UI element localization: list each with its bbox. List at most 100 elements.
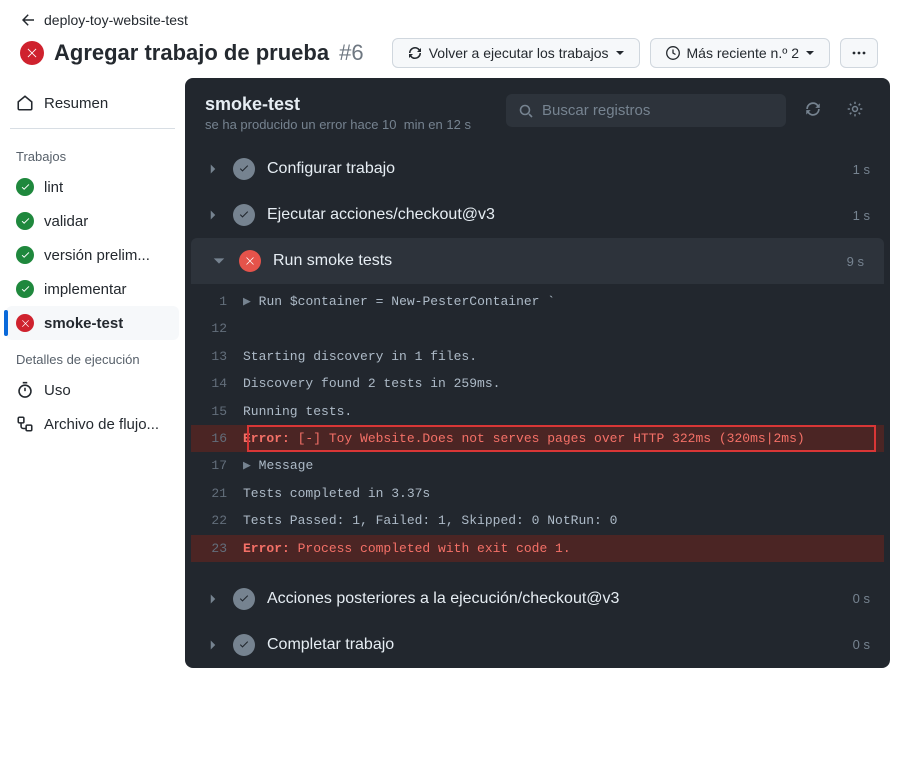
line-text: Tests Passed: 1, Failed: 1, Skipped: 0 N… — [243, 509, 870, 532]
line-number: 1 — [191, 290, 243, 313]
log-line: 12 — [191, 315, 884, 342]
recent-run-button[interactable]: Más reciente n.º 2 — [650, 38, 831, 68]
line-number: 16 — [191, 427, 243, 450]
sync-icon — [804, 100, 822, 118]
clock-icon — [665, 45, 681, 61]
line-text: Tests completed in 3.37s — [243, 482, 870, 505]
x-icon — [16, 314, 34, 332]
rerun-jobs-button[interactable]: Volver a ejecutar los trabajos — [392, 38, 640, 68]
check-icon — [16, 246, 34, 264]
check-icon — [233, 158, 255, 180]
line-text: Running tests. — [243, 400, 870, 423]
step-duration: 0 s — [853, 637, 870, 652]
refresh-logs-button[interactable] — [798, 94, 828, 127]
job-lint[interactable]: lint — [6, 170, 179, 204]
log-line: 22Tests Passed: 1, Failed: 1, Skipped: 0… — [191, 507, 884, 534]
search-input[interactable]: Buscar registros — [506, 94, 786, 127]
check-icon — [16, 178, 34, 196]
job-label: validar — [44, 213, 88, 230]
step-label: Acciones posteriores a la ejecución/chec… — [267, 590, 841, 608]
check-icon — [233, 634, 255, 656]
job-implementar[interactable]: implementar — [6, 272, 179, 306]
check-icon — [16, 212, 34, 230]
line-number: 12 — [191, 317, 243, 340]
log-output: 1▶ Run $container = New-PesterContainer … — [191, 284, 884, 576]
summary-link[interactable]: Resumen — [6, 86, 179, 120]
more-actions-button[interactable] — [840, 38, 878, 68]
kebab-icon — [851, 45, 867, 61]
job-title: smoke-test — [205, 94, 494, 115]
line-number: 14 — [191, 372, 243, 395]
job-label: smoke-test — [44, 315, 123, 332]
check-icon — [233, 588, 255, 610]
line-number: 21 — [191, 482, 243, 505]
step-label: Ejecutar acciones/checkout@v3 — [267, 206, 841, 224]
log-panel: smoke-test se ha producido un error hace… — [185, 78, 890, 668]
stopwatch-icon — [16, 381, 34, 399]
workflow-icon — [16, 415, 34, 433]
details-section-header: Detalles de ejecución — [6, 340, 179, 373]
usage-link[interactable]: Uso — [6, 373, 179, 407]
step-label: Completar trabajo — [267, 636, 841, 654]
line-number: 15 — [191, 400, 243, 423]
run-status-icon — [20, 41, 44, 65]
workflow-file-label: Archivo de flujo... — [44, 416, 159, 433]
log-line: 15Running tests. — [191, 398, 884, 425]
line-text: ▶ Message — [243, 454, 870, 477]
gear-icon — [846, 100, 864, 118]
step-row[interactable]: Run smoke tests9 s — [191, 238, 884, 284]
line-text: Starting discovery in 1 files. — [243, 345, 870, 368]
disclosure-icon[interactable]: ▶ — [243, 294, 259, 309]
log-line: 23Error: Process completed with exit cod… — [191, 535, 884, 562]
run-title: Agregar trabajo de prueba — [54, 40, 329, 66]
step-label: Configurar trabajo — [267, 160, 841, 178]
step-duration: 1 s — [853, 162, 870, 177]
search-icon — [518, 103, 534, 119]
workflow-file-link[interactable]: Archivo de flujo... — [6, 407, 179, 441]
log-line: 17▶ Message — [191, 452, 884, 479]
job-smoke-test[interactable]: smoke-test — [6, 306, 179, 340]
run-number: #6 — [339, 40, 363, 66]
step-row[interactable]: Completar trabajo 0 s — [185, 622, 890, 668]
step-duration: 9 s — [847, 254, 864, 269]
job-subtitle: se ha producido un error hace 10 min en … — [205, 117, 494, 132]
search-placeholder: Buscar registros — [542, 102, 650, 119]
line-text: Error: Process completed with exit code … — [243, 537, 870, 560]
chevron-right-icon — [205, 639, 221, 651]
x-icon — [239, 250, 261, 272]
chevron-down-icon — [211, 254, 227, 268]
step-row[interactable]: Acciones posteriores a la ejecución/chec… — [185, 576, 890, 622]
usage-label: Uso — [44, 382, 71, 399]
log-line: 16Error: [-] Toy Website.Does not serves… — [191, 425, 884, 452]
line-number: 23 — [191, 537, 243, 560]
log-settings-button[interactable] — [840, 94, 870, 127]
home-icon — [16, 94, 34, 112]
job-validar[interactable]: validar — [6, 204, 179, 238]
step-duration: 1 s — [853, 208, 870, 223]
line-text: Discovery found 2 tests in 259ms. — [243, 372, 870, 395]
sync-icon — [407, 45, 423, 61]
job-label: versión prelim... — [44, 247, 150, 264]
job-version-prelim[interactable]: versión prelim... — [6, 238, 179, 272]
rerun-jobs-label: Volver a ejecutar los trabajos — [429, 45, 609, 61]
chevron-right-icon — [205, 163, 221, 175]
log-line: 1▶ Run $container = New-PesterContainer … — [191, 288, 884, 315]
back-link[interactable]: deploy-toy-website-test — [20, 12, 878, 28]
line-number: 13 — [191, 345, 243, 368]
line-number: 17 — [191, 454, 243, 477]
step-row[interactable]: Configurar trabajo 1 s — [185, 146, 890, 192]
job-label: implementar — [44, 281, 127, 298]
line-text: Error: [-] Toy Website.Does not serves p… — [243, 427, 870, 450]
log-line: 14Discovery found 2 tests in 259ms. — [191, 370, 884, 397]
summary-label: Resumen — [44, 95, 108, 112]
log-line: 21Tests completed in 3.37s — [191, 480, 884, 507]
chevron-right-icon — [205, 209, 221, 221]
check-icon — [233, 204, 255, 226]
back-link-label: deploy-toy-website-test — [44, 12, 188, 28]
recent-run-label: Más reciente n.º 2 — [687, 45, 800, 61]
job-label: lint — [44, 179, 63, 196]
step-row[interactable]: Ejecutar acciones/checkout@v3 1 s — [185, 192, 890, 238]
disclosure-icon[interactable]: ▶ — [243, 458, 259, 473]
log-line: 13Starting discovery in 1 files. — [191, 343, 884, 370]
line-number: 22 — [191, 509, 243, 532]
